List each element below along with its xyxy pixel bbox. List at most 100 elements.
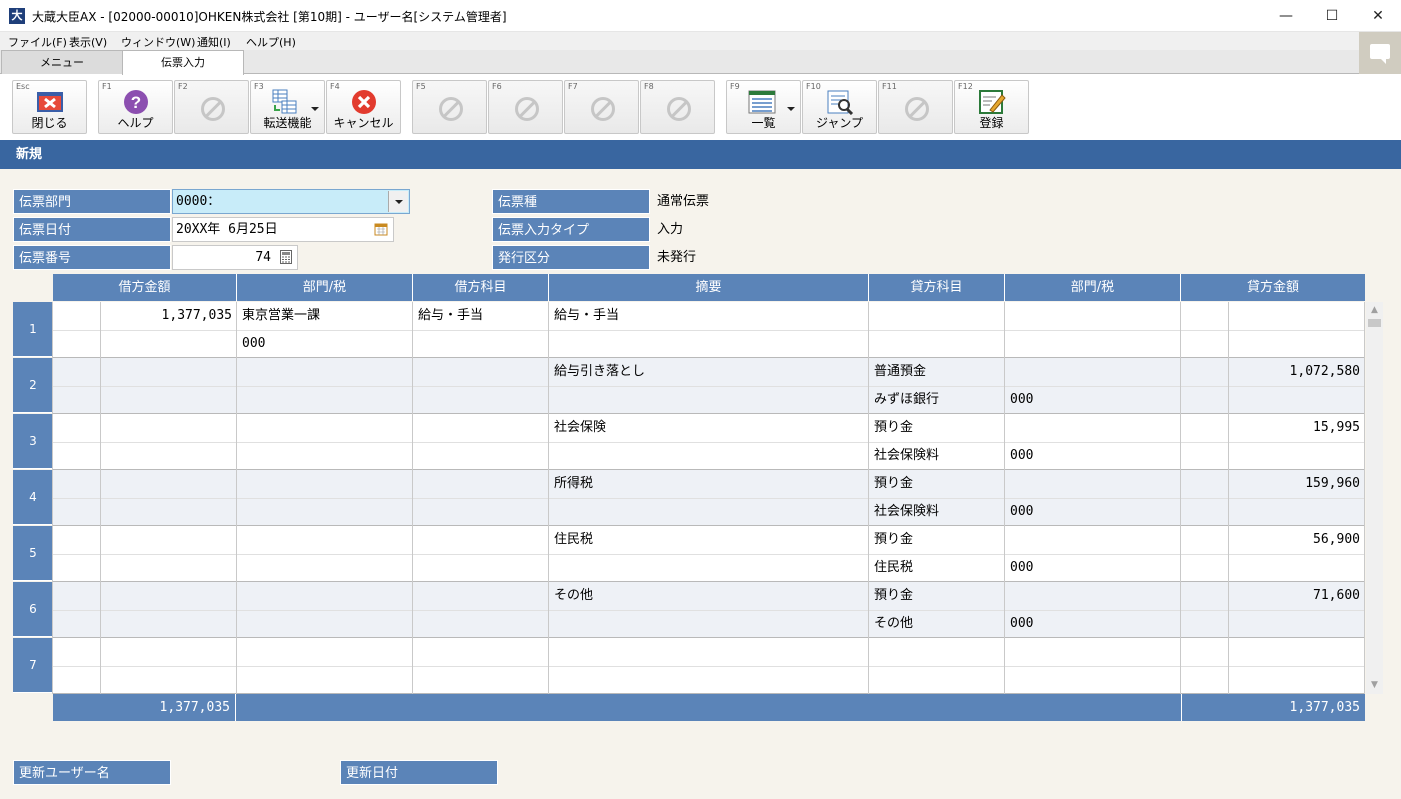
dropdown-button[interactable] [388, 191, 408, 212]
cell-credit-account[interactable]: 預り金 [869, 470, 1005, 498]
close-button[interactable]: Esc 閉じる [12, 80, 87, 134]
calculator-icon[interactable] [280, 250, 292, 264]
cell-credit-tax[interactable]: 000 [1005, 554, 1181, 582]
cell-summary[interactable]: 給与・手当 [549, 302, 869, 330]
cell-debit-tax[interactable] [237, 442, 413, 470]
cell-debit-tax[interactable] [237, 386, 413, 414]
f8-button[interactable]: F8 [640, 80, 715, 134]
cell-debit-dept[interactable] [237, 470, 413, 498]
cell-debit-tax[interactable]: 000 [237, 330, 413, 358]
cell-debit-account[interactable] [413, 638, 549, 666]
number-field[interactable]: 74 [172, 245, 298, 270]
cell-debit-amount[interactable] [101, 414, 237, 442]
cell-debit-tax[interactable] [237, 498, 413, 526]
cell-debit-account[interactable] [413, 526, 549, 554]
row-number[interactable]: 6 [13, 582, 53, 637]
cell-credit-sub-account[interactable] [869, 330, 1005, 358]
cell-debit-dept[interactable] [237, 414, 413, 442]
cell-credit-sub-account[interactable]: 社会保険料 [869, 498, 1005, 526]
cell-debit-dept[interactable] [237, 526, 413, 554]
date-field[interactable]: 20XX年 6月25日 [172, 217, 394, 242]
cell-credit-amount[interactable]: 71,600 [1229, 582, 1365, 610]
cell-credit-sub-account[interactable]: 社会保険料 [869, 442, 1005, 470]
cell-credit-sub-account[interactable]: 住民税 [869, 554, 1005, 582]
cell-summary[interactable]: 給与引き落とし [549, 358, 869, 386]
tab-voucher-entry[interactable]: 伝票入力 [122, 50, 244, 75]
cell-debit-account[interactable] [413, 414, 549, 442]
transfer-button[interactable]: F3 転送機能 [250, 80, 325, 134]
cell-summary[interactable]: 社会保険 [549, 414, 869, 442]
cell-credit-account[interactable]: 預り金 [869, 414, 1005, 442]
cell-credit-dept[interactable] [1005, 358, 1181, 386]
cell-debit-amount[interactable]: 1,377,035 [101, 302, 237, 330]
calendar-icon[interactable] [374, 222, 388, 236]
menu-help[interactable]: ヘルプ(H) [246, 34, 296, 50]
cell-debit-dept[interactable] [237, 358, 413, 386]
jump-button[interactable]: F10 ジャンプ [802, 80, 877, 134]
cell-credit-sub-account[interactable] [869, 666, 1005, 694]
cell-credit-account[interactable]: 預り金 [869, 526, 1005, 554]
dept-combo[interactable]: 0000： [172, 189, 410, 214]
cell-credit-tax[interactable]: 000 [1005, 610, 1181, 638]
row-number[interactable]: 4 [13, 470, 53, 525]
cell-credit-tax[interactable] [1005, 666, 1181, 694]
cell-credit-account[interactable] [869, 638, 1005, 666]
close-window-button[interactable]: ✕ [1355, 0, 1401, 32]
f7-button[interactable]: F7 [564, 80, 639, 134]
cell-credit-amount[interactable] [1229, 638, 1365, 666]
cell-debit-amount[interactable] [101, 358, 237, 386]
cell-credit-tax[interactable] [1005, 330, 1181, 358]
scroll-up-arrow[interactable]: ▲ [1366, 302, 1383, 319]
cell-debit-dept[interactable] [237, 582, 413, 610]
cell-credit-dept[interactable] [1005, 582, 1181, 610]
cell-credit-account[interactable]: 普通預金 [869, 358, 1005, 386]
chat-button[interactable] [1359, 32, 1401, 74]
list-button[interactable]: F9 一覧 [726, 80, 801, 134]
cell-debit-amount[interactable] [101, 470, 237, 498]
f6-button[interactable]: F6 [488, 80, 563, 134]
cell-credit-account[interactable]: 預り金 [869, 582, 1005, 610]
scroll-down-arrow[interactable]: ▼ [1366, 677, 1383, 694]
tab-menu[interactable]: メニュー [1, 50, 123, 74]
cell-debit-account[interactable]: 給与・手当 [413, 302, 549, 330]
cell-debit-tax[interactable] [237, 610, 413, 638]
cell-credit-sub-account[interactable]: その他 [869, 610, 1005, 638]
cell-credit-amount[interactable] [1229, 302, 1365, 330]
cell-credit-amount[interactable]: 159,960 [1229, 470, 1365, 498]
cell-credit-tax[interactable]: 000 [1005, 386, 1181, 414]
cell-debit-account[interactable] [413, 470, 549, 498]
cell-credit-sub-account[interactable]: みずほ銀行 [869, 386, 1005, 414]
cancel-button[interactable]: F4 キャンセル [326, 80, 401, 134]
cell-credit-amount[interactable]: 1,072,580 [1229, 358, 1365, 386]
scroll-thumb[interactable] [1368, 319, 1381, 327]
row-number[interactable]: 7 [13, 638, 53, 693]
menu-view[interactable]: 表示(V) [69, 34, 107, 50]
cell-summary[interactable] [549, 638, 869, 666]
cell-credit-account[interactable] [869, 302, 1005, 330]
row-number[interactable]: 1 [13, 302, 53, 357]
row-number[interactable]: 3 [13, 414, 53, 469]
menu-window[interactable]: ウィンドウ(W) [121, 34, 195, 50]
minimize-button[interactable]: — [1263, 0, 1309, 32]
cell-debit-tax[interactable] [237, 666, 413, 694]
register-button[interactable]: F12 登録 [954, 80, 1029, 134]
cell-credit-dept[interactable] [1005, 526, 1181, 554]
cell-summary[interactable]: 住民税 [549, 526, 869, 554]
help-button[interactable]: F1 ? ヘルプ [98, 80, 173, 134]
f2-button[interactable]: F2 [174, 80, 249, 134]
cell-credit-dept[interactable] [1005, 414, 1181, 442]
cell-debit-account[interactable] [413, 582, 549, 610]
f5-button[interactable]: F5 [412, 80, 487, 134]
menu-notify[interactable]: 通知(I) [197, 34, 231, 50]
cell-debit-dept[interactable]: 東京営業一課 [237, 302, 413, 330]
grid-scrollbar[interactable]: ▲ ▼ [1366, 302, 1383, 694]
cell-credit-dept[interactable] [1005, 470, 1181, 498]
cell-summary[interactable]: 所得税 [549, 470, 869, 498]
f11-button[interactable]: F11 [878, 80, 953, 134]
cell-debit-account[interactable] [413, 358, 549, 386]
cell-debit-amount[interactable] [101, 582, 237, 610]
cell-credit-dept[interactable] [1005, 302, 1181, 330]
cell-credit-amount[interactable]: 15,995 [1229, 414, 1365, 442]
row-number[interactable]: 2 [13, 358, 53, 413]
cell-summary[interactable]: その他 [549, 582, 869, 610]
